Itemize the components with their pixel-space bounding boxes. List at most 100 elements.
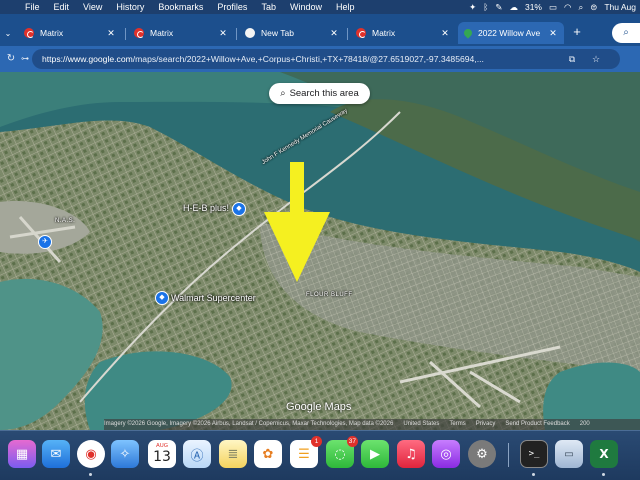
cloud-icon[interactable]: ☁ <box>509 2 518 13</box>
search-icon[interactable]: ⌕ <box>578 2 583 13</box>
mail-icon[interactable]: ✉ <box>42 440 70 468</box>
tab-label: New Tab <box>261 28 294 38</box>
menu-file[interactable]: File <box>18 2 47 12</box>
battery-percent: 31% <box>524 2 542 12</box>
nas-label: N.A.S. <box>55 218 76 224</box>
airplane-icon[interactable]: ✈ <box>38 235 52 249</box>
url-path: /maps/search/2022+Willow+Ave,+Corpus+Chr… <box>132 54 484 64</box>
dock: ▦ ✉ ◉ ✧ AUG 13 Ⓐ ≣ ✿ ☰ 1 ◌ 37 ▶ ♫ ◎ ⚙ >_… <box>0 430 640 480</box>
map-canvas[interactable]: ⌕ Search this area John F Kennedy Memori… <box>0 72 640 430</box>
matrix-icon <box>134 28 144 38</box>
tab-search-icon[interactable]: ⌕ <box>612 23 640 43</box>
google-maps-logo: Google Maps <box>286 401 352 413</box>
screen: File Edit View History Bookmarks Profile… <box>0 0 640 480</box>
tab-matrix-3[interactable]: Matrix ✕ <box>350 22 456 44</box>
chrome-icon[interactable]: ◉ <box>77 440 105 468</box>
app-store-icon[interactable]: Ⓐ <box>183 440 211 468</box>
dock-divider <box>508 443 509 467</box>
tab-label: Matrix <box>150 28 174 38</box>
search-icon: ⌕ <box>280 88 286 99</box>
music-icon[interactable]: ♫ <box>397 440 425 468</box>
tab-label: 2022 Willow Ave <box>478 28 541 38</box>
calendar-day: 13 <box>153 449 171 465</box>
facetime-icon[interactable]: ▶ <box>361 440 389 468</box>
menu-bar: File Edit View History Bookmarks Profile… <box>0 0 640 14</box>
reload-icon[interactable]: ↻ <box>4 50 18 68</box>
photos-icon[interactable]: ✿ <box>254 440 282 468</box>
tab-strip: ⌄ Matrix ✕ Matrix ✕ New Tab ✕ Matrix ✕ 2… <box>0 14 640 46</box>
close-icon[interactable]: ✕ <box>106 28 116 39</box>
browser-toolbar: ↻ ⊶ https://www.google.com/maps/search/2… <box>0 46 640 72</box>
bookmark-star-icon[interactable]: ☆ <box>588 51 604 67</box>
reminders-badge: 1 <box>311 436 322 447</box>
link-privacy[interactable]: Privacy <box>476 419 496 430</box>
settings-icon[interactable]: ⚙ <box>468 440 496 468</box>
tab-willow-ave[interactable]: 2022 Willow Ave ✕ <box>458 22 564 44</box>
wifi-icon[interactable]: ◠ <box>564 2 571 13</box>
brush-icon[interactable]: ✎ <box>495 2 502 13</box>
google-maps-icon <box>462 27 474 39</box>
battery-icon[interactable]: ▭ <box>549 2 557 13</box>
excel-icon[interactable]: X <box>590 440 618 468</box>
install-app-icon[interactable]: ⧉ <box>564 51 580 67</box>
calendar-icon[interactable]: AUG 13 <box>148 440 176 468</box>
link-feedback[interactable]: Send Product Feedback <box>505 419 569 430</box>
link-united-states[interactable]: United States <box>403 419 439 430</box>
tab-matrix-2[interactable]: Matrix ✕ <box>128 22 234 44</box>
messages-icon[interactable]: ◌ 37 <box>326 436 358 468</box>
menu-help[interactable]: Help <box>329 2 362 12</box>
menu-view[interactable]: View <box>76 2 109 12</box>
preview-icon[interactable]: ✧ <box>111 440 139 468</box>
menu-profiles[interactable]: Profiles <box>210 2 254 12</box>
terminal-icon[interactable]: >_ <box>520 440 548 468</box>
matrix-icon <box>24 28 34 38</box>
scale-label[interactable]: 200 <box>580 419 590 430</box>
tab-label: Matrix <box>372 28 396 38</box>
tab-list-chevron-icon[interactable]: ⌄ <box>2 24 14 42</box>
reminders-icon[interactable]: ☰ 1 <box>290 436 322 468</box>
launchpad-icon[interactable]: ▦ <box>8 440 36 468</box>
status-area: ✦ ᛒ ✎ ☁ 31% ▭ ◠ ⌕ ⊜ Thu Aug <box>469 0 640 14</box>
close-icon[interactable]: ✕ <box>329 28 339 39</box>
menu-window[interactable]: Window <box>283 2 329 12</box>
podcasts-icon[interactable]: ◎ <box>432 440 460 468</box>
tab-new-tab[interactable]: New Tab ✕ <box>239 22 345 44</box>
url-host: https://www.google.com <box>42 54 133 64</box>
map-attribution: Imagery ©2026 Google, Imagery ©2026 Airb… <box>104 419 640 430</box>
flour-bluff-label: FLOUR BLUFF <box>306 292 353 298</box>
menu-history[interactable]: History <box>109 2 151 12</box>
close-icon[interactable]: ✕ <box>440 28 450 39</box>
running-indicator <box>532 473 535 476</box>
close-icon[interactable]: ✕ <box>548 28 558 39</box>
attribution-text: Imagery ©2026 Google, Imagery ©2026 Airb… <box>104 421 394 427</box>
menu-tab[interactable]: Tab <box>254 2 283 12</box>
link-terms[interactable]: Terms <box>449 419 465 430</box>
chrome-icon <box>245 28 255 38</box>
notes-icon[interactable]: ≣ <box>219 440 247 468</box>
walmart-label[interactable]: Walmart Supercenter <box>171 293 256 303</box>
shopping-bag-icon[interactable]: ◆ <box>232 202 246 216</box>
menu-edit[interactable]: Edit <box>47 2 77 12</box>
control-center-icon[interactable]: ⊜ <box>590 2 597 13</box>
new-tab-icon[interactable]: + <box>569 22 585 42</box>
running-indicator <box>89 473 92 476</box>
heb-label[interactable]: H-E-B plus! <box>183 203 229 213</box>
site-info-icon[interactable]: ⊶ <box>18 50 32 68</box>
search-this-area-label: Search this area <box>289 88 359 99</box>
tab-matrix-1[interactable]: Matrix ✕ <box>18 22 122 44</box>
url-text[interactable]: https://www.google.com/maps/search/2022+… <box>42 49 552 69</box>
menu-bookmarks[interactable]: Bookmarks <box>151 2 210 12</box>
matrix-icon <box>356 28 366 38</box>
clock[interactable]: Thu Aug <box>604 2 636 12</box>
tab-label: Matrix <box>40 28 64 38</box>
running-indicator <box>602 473 605 476</box>
shopping-cart-icon[interactable]: ◆ <box>155 291 169 305</box>
close-icon[interactable]: ✕ <box>218 28 228 39</box>
tab-divider <box>347 28 348 40</box>
tab-divider <box>236 28 237 40</box>
sparkle-icon[interactable]: ✦ <box>469 2 476 13</box>
address-bar[interactable]: https://www.google.com/maps/search/2022+… <box>32 49 620 69</box>
bluetooth-icon[interactable]: ᛒ <box>483 2 488 12</box>
screenshot-window-icon[interactable]: ▭ <box>555 440 583 468</box>
search-this-area-button[interactable]: ⌕ Search this area <box>269 83 370 104</box>
